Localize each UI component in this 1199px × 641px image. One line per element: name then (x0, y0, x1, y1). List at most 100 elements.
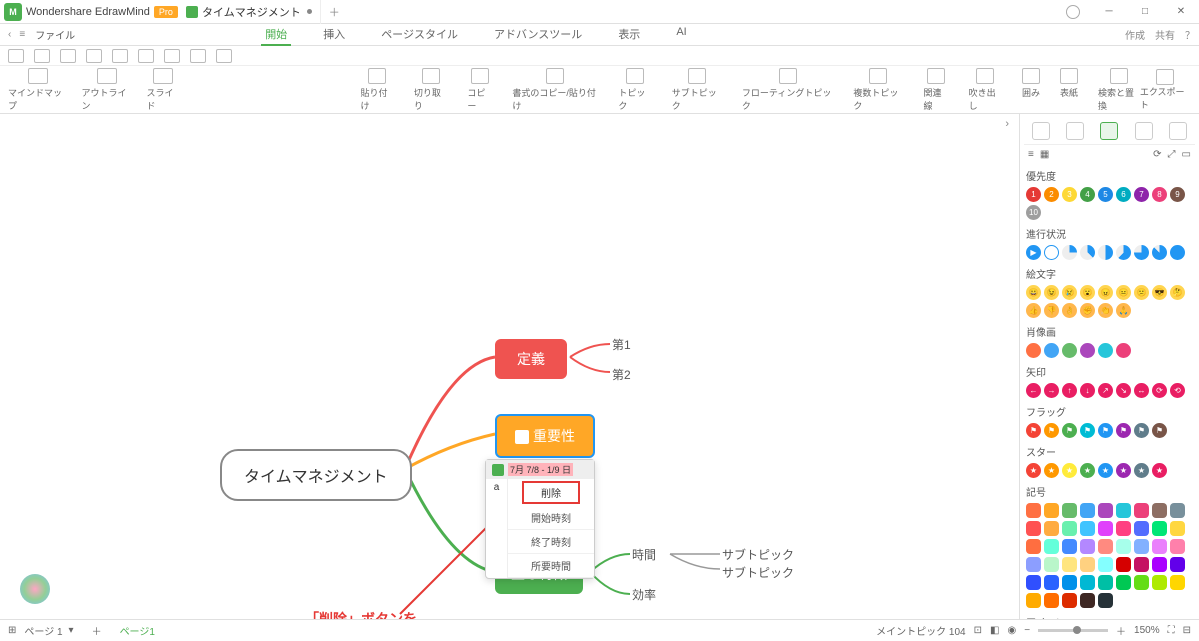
tool-search[interactable]: 検索と置換 (1098, 68, 1140, 112)
symbol-mark[interactable] (1170, 557, 1185, 572)
priority-6[interactable]: 6 (1116, 187, 1131, 202)
priority-4[interactable]: 4 (1080, 187, 1095, 202)
create-link[interactable]: 作成 (1125, 27, 1145, 42)
node-importance[interactable]: 重要性 (495, 414, 595, 458)
symbol-mark[interactable] (1152, 575, 1167, 590)
priority-8[interactable]: 8 (1152, 187, 1167, 202)
progress-mark[interactable] (1134, 245, 1149, 260)
priority-5[interactable]: 5 (1098, 187, 1113, 202)
progress-mark[interactable] (1098, 245, 1113, 260)
root-node[interactable]: タイムマネジメント (220, 449, 412, 501)
symbol-mark[interactable] (1044, 539, 1059, 554)
symbol-mark[interactable] (1134, 557, 1149, 572)
symbol-mark[interactable] (1080, 503, 1095, 518)
symbol-mark[interactable] (1026, 593, 1041, 608)
qt-icon-3[interactable] (112, 49, 128, 63)
view-outline[interactable]: アウトライン (81, 68, 132, 112)
symbol-mark[interactable] (1116, 521, 1131, 536)
panel-sub-ext2-icon[interactable]: ⤢ (1168, 149, 1176, 160)
leaf-2[interactable]: サブトピック (722, 564, 794, 581)
panel-tab-2[interactable] (1066, 122, 1084, 140)
tool-callout[interactable]: 吹き出し (969, 68, 1002, 112)
symbol-mark[interactable] (1134, 575, 1149, 590)
symbol-mark[interactable] (1098, 503, 1113, 518)
priority-7[interactable]: 7 (1134, 187, 1149, 202)
emoji-mark[interactable]: 😢 (1062, 285, 1077, 300)
symbol-mark[interactable] (1062, 521, 1077, 536)
symbol-mark[interactable] (1026, 521, 1041, 536)
symbol-mark[interactable] (1062, 539, 1077, 554)
panel-tab-1[interactable] (1032, 122, 1050, 140)
star-mark[interactable]: ★ (1080, 463, 1095, 478)
symbol-mark[interactable] (1134, 521, 1149, 536)
zoom-in[interactable]: ＋ (1116, 623, 1126, 638)
view-mindmap[interactable]: マインドマップ (8, 68, 67, 112)
symbol-mark[interactable] (1080, 557, 1095, 572)
popup-start-time[interactable]: 開始時刻 (508, 506, 594, 530)
star-mark[interactable]: ★ (1026, 463, 1041, 478)
flag-mark[interactable]: ⚑ (1116, 423, 1131, 438)
view-slide[interactable]: スライド (146, 68, 180, 112)
symbol-mark[interactable] (1044, 593, 1059, 608)
symbol-mark[interactable] (1062, 575, 1077, 590)
tool-paste[interactable]: 貼り付け (360, 68, 393, 112)
symbol-mark[interactable] (1152, 539, 1167, 554)
portrait-mark[interactable] (1044, 343, 1059, 358)
flag-mark[interactable]: ⚑ (1152, 423, 1167, 438)
qt-icon-1[interactable] (60, 49, 76, 63)
priority-9[interactable]: 9 (1170, 187, 1185, 202)
minimize-button[interactable]: ─ (1091, 0, 1127, 24)
symbol-mark[interactable] (1134, 539, 1149, 554)
status-icon-3[interactable]: ◉ (1007, 625, 1016, 636)
symbol-mark[interactable] (1134, 503, 1149, 518)
arrow-mark[interactable]: ↓ (1080, 383, 1095, 398)
panel-sub-ext1-icon[interactable]: ⟳ (1153, 149, 1161, 160)
symbol-mark[interactable] (1116, 539, 1131, 554)
tool-cover[interactable]: 表紙 (1060, 68, 1078, 112)
qt-icon-7[interactable] (216, 49, 232, 63)
status-fullscreen-icon[interactable]: ⛶ (1168, 625, 1175, 636)
symbol-mark[interactable] (1062, 557, 1077, 572)
tab-advance[interactable]: アドバンスツール (490, 24, 586, 46)
status-page-label[interactable]: ページ 1 (24, 623, 62, 638)
emoji-mark[interactable]: 👌 (1062, 303, 1077, 318)
symbol-mark[interactable] (1170, 503, 1185, 518)
flag-mark[interactable]: ⚑ (1044, 423, 1059, 438)
symbol-mark[interactable] (1098, 521, 1113, 536)
emoji-mark[interactable]: 🤔 (1170, 285, 1185, 300)
arrow-mark[interactable]: → (1044, 383, 1059, 398)
tab-pagestyle[interactable]: ページスタイル (377, 24, 462, 46)
symbol-mark[interactable] (1152, 557, 1167, 572)
maximize-button[interactable]: □ (1127, 0, 1163, 24)
popup-duration[interactable]: 所要時間 (508, 554, 594, 578)
progress-mark[interactable] (1116, 245, 1131, 260)
tool-topic[interactable]: トピック (618, 68, 651, 112)
close-button[interactable]: ✕ (1163, 0, 1199, 24)
status-icon-1[interactable]: ⊡ (974, 625, 982, 636)
progress-mark[interactable] (1152, 245, 1167, 260)
status-icon-2[interactable]: ◧ (990, 625, 999, 636)
star-mark[interactable]: ★ (1098, 463, 1113, 478)
status-collapse-icon[interactable]: ⊟ (1183, 625, 1191, 636)
arrow-mark[interactable]: ← (1026, 383, 1041, 398)
progress-mark[interactable]: ▶ (1026, 245, 1041, 260)
symbol-mark[interactable] (1116, 557, 1131, 572)
flag-mark[interactable]: ⚑ (1134, 423, 1149, 438)
status-add-page[interactable]: ＋ (92, 623, 102, 638)
popup-end-time[interactable]: 終了時刻 (508, 530, 594, 554)
priority-2[interactable]: 2 (1044, 187, 1059, 202)
symbol-mark[interactable] (1080, 539, 1095, 554)
tool-boundary[interactable]: 囲み (1022, 68, 1040, 112)
emoji-mark[interactable]: 😎 (1152, 285, 1167, 300)
redo-icon[interactable] (34, 49, 50, 63)
tab-start[interactable]: 開始 (261, 24, 291, 46)
tool-cut[interactable]: 切り取り (414, 68, 447, 112)
sub-def-1[interactable]: 第1 (612, 336, 631, 353)
symbol-mark[interactable] (1098, 575, 1113, 590)
symbol-mark[interactable] (1116, 503, 1131, 518)
progress-mark[interactable] (1080, 245, 1095, 260)
arrow-mark[interactable]: ↑ (1062, 383, 1077, 398)
qt-icon-5[interactable] (164, 49, 180, 63)
portrait-mark[interactable] (1116, 343, 1131, 358)
symbol-mark[interactable] (1170, 575, 1185, 590)
